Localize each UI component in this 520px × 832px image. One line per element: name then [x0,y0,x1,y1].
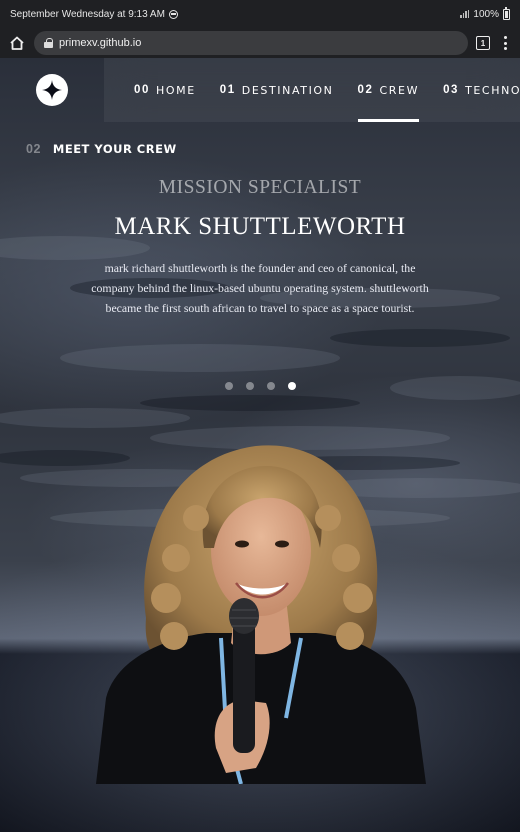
crew-name: MARK SHUTTLEWORTH [114,213,406,240]
crew-role: MISSION SPECIALIST [158,177,362,198]
nav-num: 02 [357,84,374,96]
nav-label: HOME [156,83,196,97]
status-right: 100% [460,6,510,20]
bio-line: mark richard shuttleworth is the founder… [104,261,416,275]
slider-dot-2[interactable] [245,382,254,390]
nav-num: 01 [219,84,236,96]
nav-item-destination[interactable]: 01 DESTINATION [220,58,334,122]
signal-icon [460,10,470,18]
do-not-disturb-icon [168,9,178,19]
nav-label: CREW [379,83,420,97]
slider-dot-1[interactable] [224,382,233,390]
battery-icon [503,6,510,20]
crew-page: 00 HOME 01 DESTINATION 02 CREW 03 TECHNO… [0,58,520,832]
heading-number: 02 [26,142,41,156]
nav-label: TECHNOLOGY [465,83,520,97]
status-bar: September Wednesday at 9:13 AM 100% [0,0,520,28]
crew-bio: mark richard shuttleworth is the founder… [70,258,450,318]
main-nav: 00 HOME 01 DESTINATION 02 CREW 03 TECHNO… [134,58,520,122]
nav-item-crew[interactable]: 02 CREW [357,58,420,122]
status-time: September Wednesday at 9:13 AM [10,8,165,20]
crew-slider-dots [0,382,520,390]
nav-label: DESTINATION [241,83,334,97]
nav-num: 03 [443,84,460,96]
status-left: September Wednesday at 9:13 AM [10,9,178,20]
address-bar[interactable]: primexv.github.io [34,31,468,55]
nav-num: 00 [134,84,150,96]
tabs-icon[interactable]: 1 [476,36,490,50]
url-text: primexv.github.io [59,37,142,49]
menu-icon[interactable] [498,35,512,51]
slider-dot-4[interactable] [287,382,296,390]
battery-percent: 100% [473,8,499,20]
logo-star-icon[interactable] [36,74,68,106]
slider-dot-3[interactable] [266,382,275,390]
nav-item-technology[interactable]: 03 TECHNOLOGY [443,58,520,122]
browser-toolbar: primexv.github.io 1 [0,28,520,58]
bio-line: became the first south african to travel… [105,301,415,315]
home-icon[interactable] [8,34,26,52]
lock-icon [44,38,53,48]
bio-line: company behind the linux-based ubuntu op… [91,281,429,295]
page-heading: 02 MEET YOUR CREW [26,142,177,156]
crew-portrait [96,445,426,784]
nav-item-home[interactable]: 00 HOME [134,58,196,122]
heading-label: MEET YOUR CREW [52,142,177,156]
